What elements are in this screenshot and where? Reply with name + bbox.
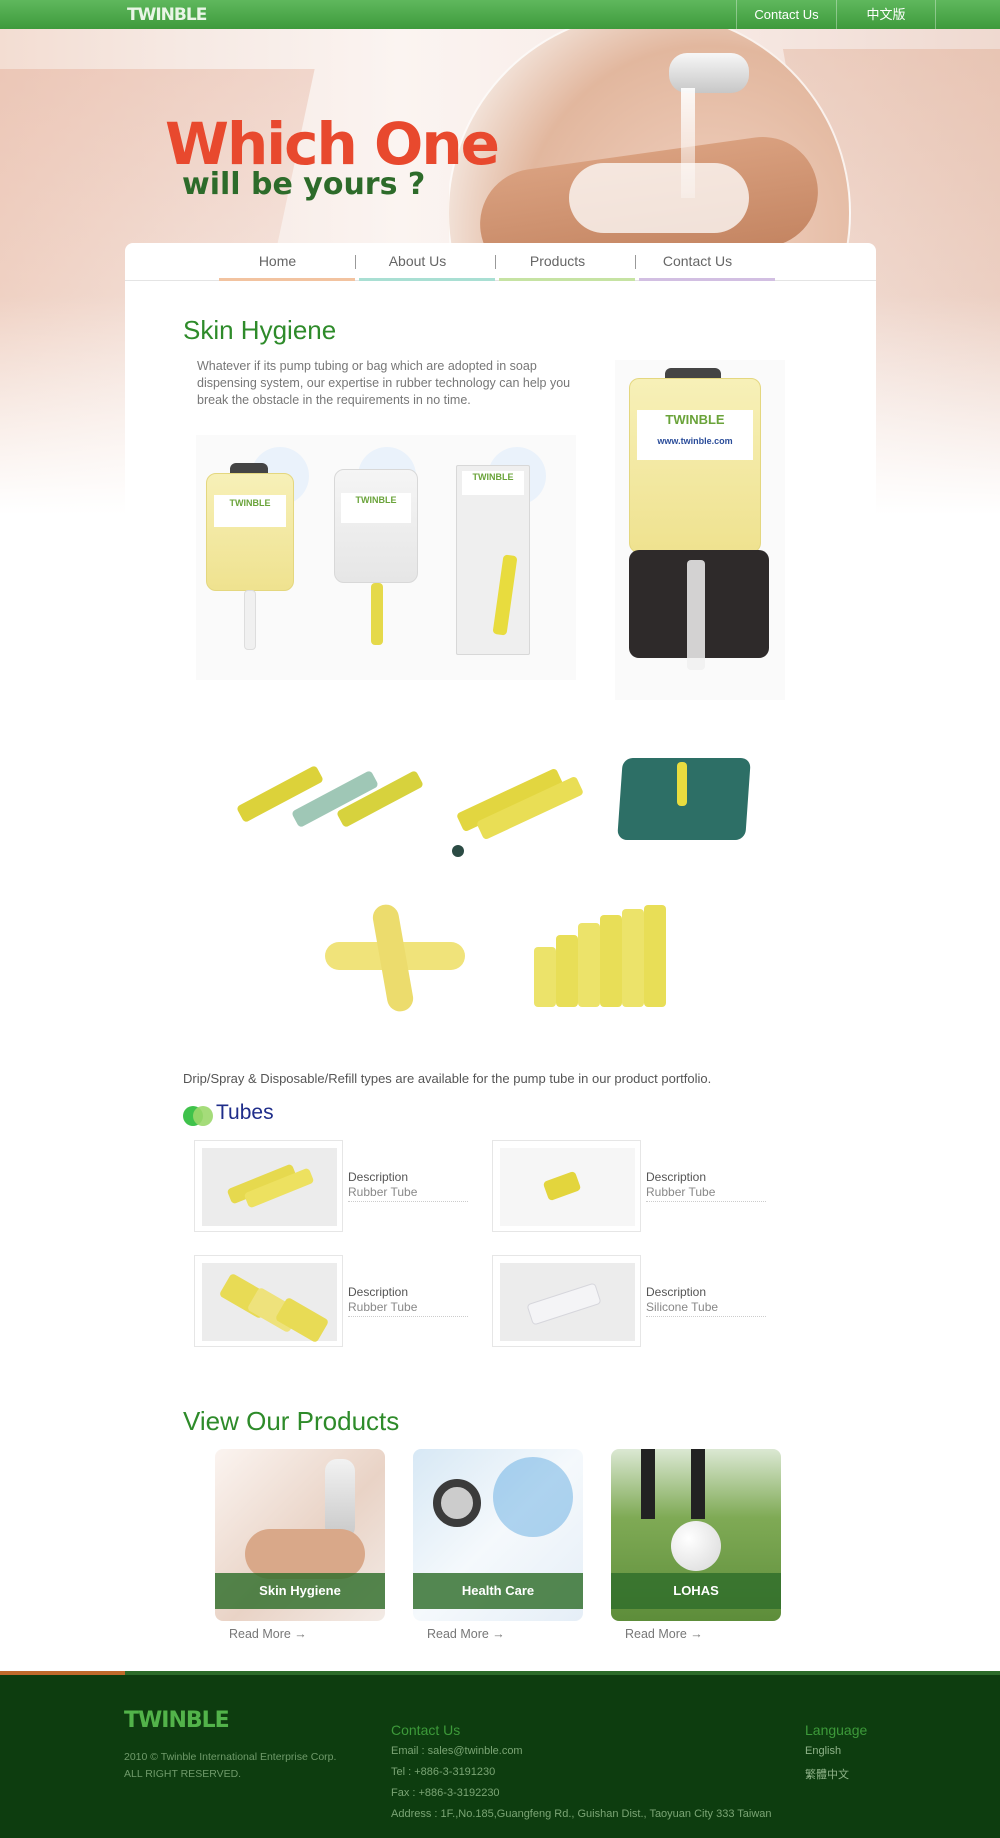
nav-about[interactable]: About Us: [350, 253, 485, 269]
silicone-tube-image: [500, 1263, 635, 1341]
footer-rights: ALL RIGHT RESERVED.: [124, 1768, 242, 1780]
tube-4-desc-label: Description: [646, 1285, 707, 1299]
dispenser-image: TWINBLE www.twinble.com: [615, 360, 785, 700]
nav-contact-underline: [639, 278, 775, 281]
intro-text: Whatever if its pump tubing or bag which…: [197, 359, 571, 407]
tube-3-desc-value: Rubber Tube: [348, 1300, 468, 1317]
rubber-tube-image: [202, 1148, 337, 1226]
hero-subtitle: will be yours ?: [182, 167, 426, 202]
top-bar: TWINBLE Contact Us 中文版: [0, 0, 1000, 29]
read-more-health-care[interactable]: Read More →: [427, 1627, 505, 1641]
tube-1-desc-value: Rubber Tube: [348, 1185, 468, 1202]
tube-card-1[interactable]: [194, 1140, 343, 1232]
tube-3-desc-label: Description: [348, 1285, 409, 1299]
tube-1-desc-label: Description: [348, 1170, 409, 1184]
nav-products-underline: [499, 278, 635, 281]
footer-address: Address : 1F.,No.185,Guangfeng Rd., Guis…: [391, 1808, 772, 1820]
tube-lengths-image: [530, 905, 680, 1010]
section-title-view-products: View Our Products: [183, 1406, 400, 1436]
footer-copyright: 2010 © Twinble International Enterprise …: [124, 1751, 337, 1763]
footer-email[interactable]: Email : sales@twinble.com: [391, 1745, 523, 1757]
tube-2-desc-value: Rubber Tube: [646, 1185, 766, 1202]
footer-logo[interactable]: TWINBLE: [124, 1708, 230, 1733]
product-label: Skin Hygiene: [215, 1573, 385, 1609]
footer-language-heading: Language: [805, 1722, 868, 1738]
tube-4-desc-value: Silicone Tube: [646, 1300, 766, 1317]
top-contact-link[interactable]: Contact Us: [736, 0, 836, 29]
product-label: Health Care: [413, 1573, 583, 1609]
nav-contact[interactable]: Contact Us: [630, 253, 765, 269]
rubber-tube-image: [500, 1148, 635, 1226]
read-more-lohas[interactable]: Read More →: [625, 1627, 703, 1641]
portfolio-note: Drip/Spray & Disposable/Refill types are…: [183, 1071, 712, 1086]
footer-contact-heading: Contact Us: [391, 1722, 461, 1738]
tube-card-4[interactable]: [492, 1255, 641, 1347]
nav-home[interactable]: Home: [210, 253, 345, 269]
top-chinese-link[interactable]: 中文版: [836, 0, 936, 29]
product-card-skin-hygiene[interactable]: Skin Hygiene: [215, 1449, 385, 1621]
rubber-tube-image: [202, 1263, 337, 1344]
nav-home-underline: [219, 278, 355, 281]
pump-tubes-image: [215, 745, 430, 850]
dispenser-label: TWINBLE www.twinble.com: [637, 410, 753, 460]
nav-products[interactable]: Products: [490, 253, 625, 269]
footer-fax: Fax : +886-3-3192230: [391, 1787, 500, 1799]
read-more-skin-hygiene[interactable]: Read More →: [229, 1627, 307, 1641]
refill-bag-image: [615, 752, 755, 847]
spray-tubes-image: [440, 750, 590, 860]
product-label: LOHAS: [611, 1573, 781, 1609]
refill-bottles-image: TWINBLE TWINBLE TWINBLE: [196, 435, 576, 680]
product-card-health-care[interactable]: Health Care: [413, 1449, 583, 1621]
logo[interactable]: TWINBLE: [127, 5, 207, 25]
tube-2-desc-label: Description: [646, 1170, 707, 1184]
product-card-lohas[interactable]: LOHAS: [611, 1449, 781, 1621]
nav-about-underline: [359, 278, 495, 281]
section-title-skin-hygiene: Skin Hygiene: [183, 315, 337, 345]
footer-tel: Tel : +886-3-3191230: [391, 1766, 496, 1778]
tube-card-2[interactable]: [492, 1140, 641, 1232]
tube-card-3[interactable]: [194, 1255, 343, 1347]
language-english-link[interactable]: English: [805, 1745, 841, 1757]
light-green-dot-icon: [193, 1106, 213, 1126]
cross-tube-image: [320, 900, 470, 1015]
language-chinese-link[interactable]: 繁體中文: [805, 1766, 849, 1782]
main-nav: Home About Us Products Contact Us: [125, 243, 876, 281]
